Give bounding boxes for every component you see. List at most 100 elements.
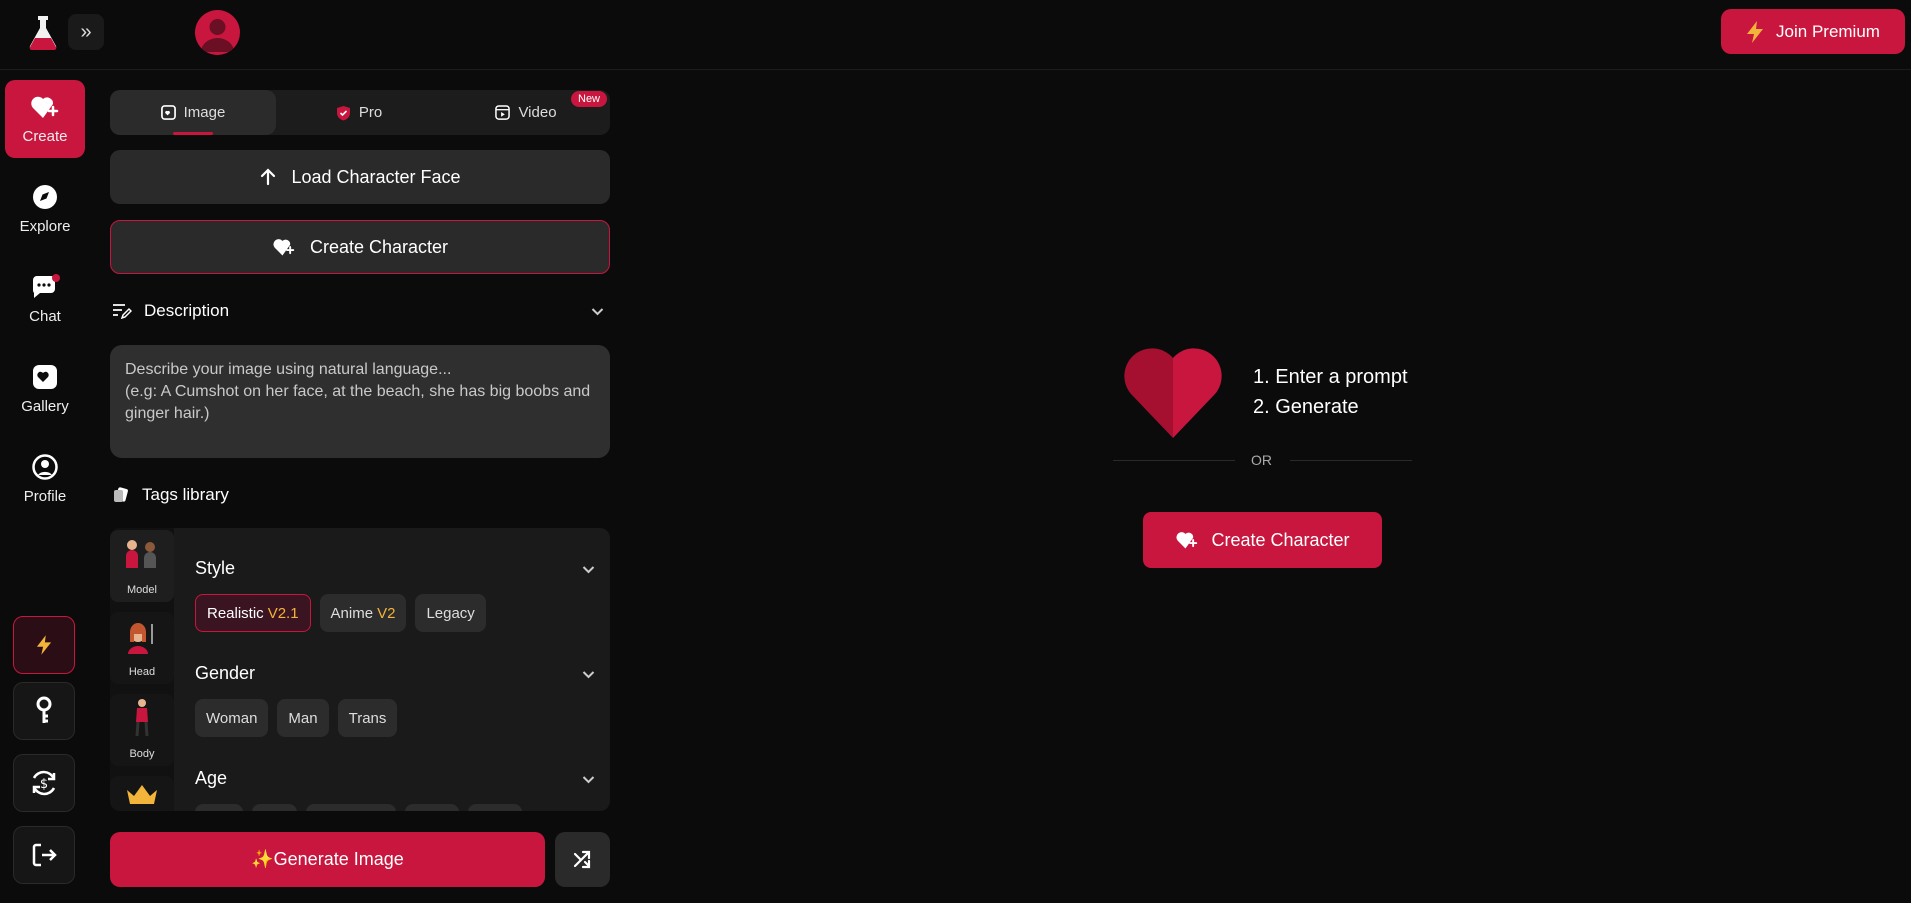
generate-image-label: ✨Generate Image [251, 849, 404, 869]
step-two: 2. Generate [1253, 396, 1359, 418]
sidebar-item-chat[interactable]: Chat [5, 260, 85, 338]
chip-gender-man[interactable]: Man [277, 699, 329, 737]
gender-group-header[interactable]: Gender [195, 663, 595, 684]
dollar-refresh-icon: $ [32, 770, 56, 796]
mode-tabs: Image Pro Video [110, 90, 610, 135]
tab-label: Image [183, 104, 226, 121]
create-character-button[interactable]: Create Character [110, 220, 610, 274]
thumb-model[interactable]: Model [110, 530, 174, 602]
sidebar-item-explore[interactable]: Explore [5, 170, 85, 248]
tab-label: Video [518, 104, 557, 121]
description-section-header[interactable]: Description [112, 298, 610, 324]
logout-icon [32, 843, 57, 867]
thumb-label: Body [129, 748, 155, 760]
generate-image-button[interactable]: ✨Generate Image [110, 832, 545, 887]
chip-style-anime[interactable]: Anime V2 [319, 594, 407, 632]
chip-age[interactable] [405, 804, 459, 811]
thumb-head[interactable]: Head [110, 612, 174, 684]
chip-age[interactable] [252, 804, 297, 811]
description-placeholder-line1: Describe your image using natural langua… [125, 361, 452, 378]
profile-icon [32, 453, 58, 480]
user-silhouette-icon [201, 19, 234, 52]
thumb-premium[interactable] [110, 776, 174, 811]
chip-gender-woman[interactable]: Woman [195, 699, 269, 737]
tab-label: Pro [358, 104, 383, 121]
create-character-label: Create Character [1211, 529, 1350, 550]
join-premium-button[interactable]: Join Premium [1721, 9, 1905, 54]
gallery-icon [33, 364, 57, 389]
shuffle-button[interactable] [555, 832, 610, 887]
crown-icon [127, 785, 157, 804]
sidebar-item-profile[interactable]: Profile [5, 440, 85, 518]
chip-age[interactable] [195, 804, 243, 811]
gender-title: Gender [195, 663, 256, 683]
model-figures-icon [126, 540, 156, 568]
load-character-face-button[interactable]: Load Character Face [110, 150, 610, 204]
thumb-label: Head [128, 666, 156, 678]
key-button[interactable] [13, 682, 75, 740]
style-group-header[interactable]: Style [195, 558, 595, 579]
svg-text:$: $ [40, 777, 48, 792]
lightning-icon [1747, 20, 1764, 43]
chip-label: Legacy [426, 604, 475, 622]
video-icon [495, 105, 511, 120]
load-character-face-label: Load Character Face [291, 166, 461, 187]
shield-check-icon [336, 105, 350, 120]
flask-logo-icon[interactable] [26, 14, 60, 52]
tags-library-title: Tags library [142, 485, 229, 504]
create-character-label: Create Character [309, 236, 449, 257]
chip-gender-trans[interactable]: Trans [337, 699, 398, 737]
divider-right [1290, 460, 1412, 461]
chevron-down-icon [582, 666, 595, 682]
chevron-down-icon [582, 771, 595, 787]
head-figure-icon [128, 623, 153, 654]
arrow-up-icon [261, 168, 276, 186]
sidebar-item-label: Chat [29, 307, 61, 325]
chip-age[interactable] [468, 804, 522, 811]
sidebar-item-label: Create [22, 127, 68, 145]
image-icon [160, 105, 176, 120]
lightning-icon [36, 635, 52, 655]
create-character-main-button[interactable]: Create Character [1143, 512, 1382, 568]
shuffle-icon [573, 850, 590, 868]
double-chevron-right-icon: » [80, 20, 92, 43]
divider-left [1113, 460, 1235, 461]
chip-label: Anime [330, 604, 374, 622]
user-avatar[interactable] [195, 10, 240, 55]
chat-bubble-icon [32, 273, 60, 298]
tag-category-thumbs: Model Head Body [110, 528, 174, 811]
thumb-body[interactable]: Body [110, 694, 174, 766]
new-badge: New [571, 91, 608, 107]
expand-sidebar-button[interactable]: » [68, 14, 104, 50]
subscription-button[interactable]: $ [13, 754, 75, 812]
age-group-header[interactable]: Age [195, 768, 595, 789]
sidebar-item-gallery[interactable]: Gallery [5, 350, 85, 428]
chip-age[interactable] [306, 804, 396, 811]
chip-style-realistic[interactable]: Realistic V2.1 [195, 594, 311, 632]
gender-chips: Woman Man Trans [195, 699, 398, 737]
step-one: 1. Enter a prompt [1253, 366, 1408, 388]
tab-image[interactable]: Image [110, 90, 276, 135]
logout-button[interactable] [13, 826, 75, 884]
sidebar-item-label: Profile [23, 487, 67, 505]
heart-plus-icon [31, 96, 59, 118]
heart-plus-icon [1176, 532, 1198, 549]
chip-style-legacy[interactable]: Legacy [415, 594, 486, 632]
tab-pro[interactable]: Pro [276, 90, 442, 135]
thumb-label: Model [127, 584, 157, 596]
heart-plus-icon [273, 239, 295, 256]
sidebar-item-label: Explore [19, 217, 71, 235]
age-chips-partial [195, 804, 522, 811]
premium-lightning-button[interactable] [13, 616, 75, 674]
style-chips: Realistic V2.1 Anime V2 Legacy [195, 594, 486, 632]
description-title: Description [144, 301, 230, 320]
sidebar-item-create[interactable]: Create [5, 80, 85, 158]
instructions: 1. Enter a prompt 2. Generate [1253, 362, 1408, 422]
body-figure-icon [135, 699, 149, 737]
sidebar-item-label: Gallery [21, 397, 69, 415]
description-input[interactable]: Describe your image using natural langua… [110, 345, 610, 458]
join-premium-label: Join Premium [1776, 21, 1880, 41]
chip-label: Realistic [207, 604, 264, 622]
tag-cards-icon [114, 487, 128, 502]
top-bar: » Join Premium [0, 0, 1911, 70]
